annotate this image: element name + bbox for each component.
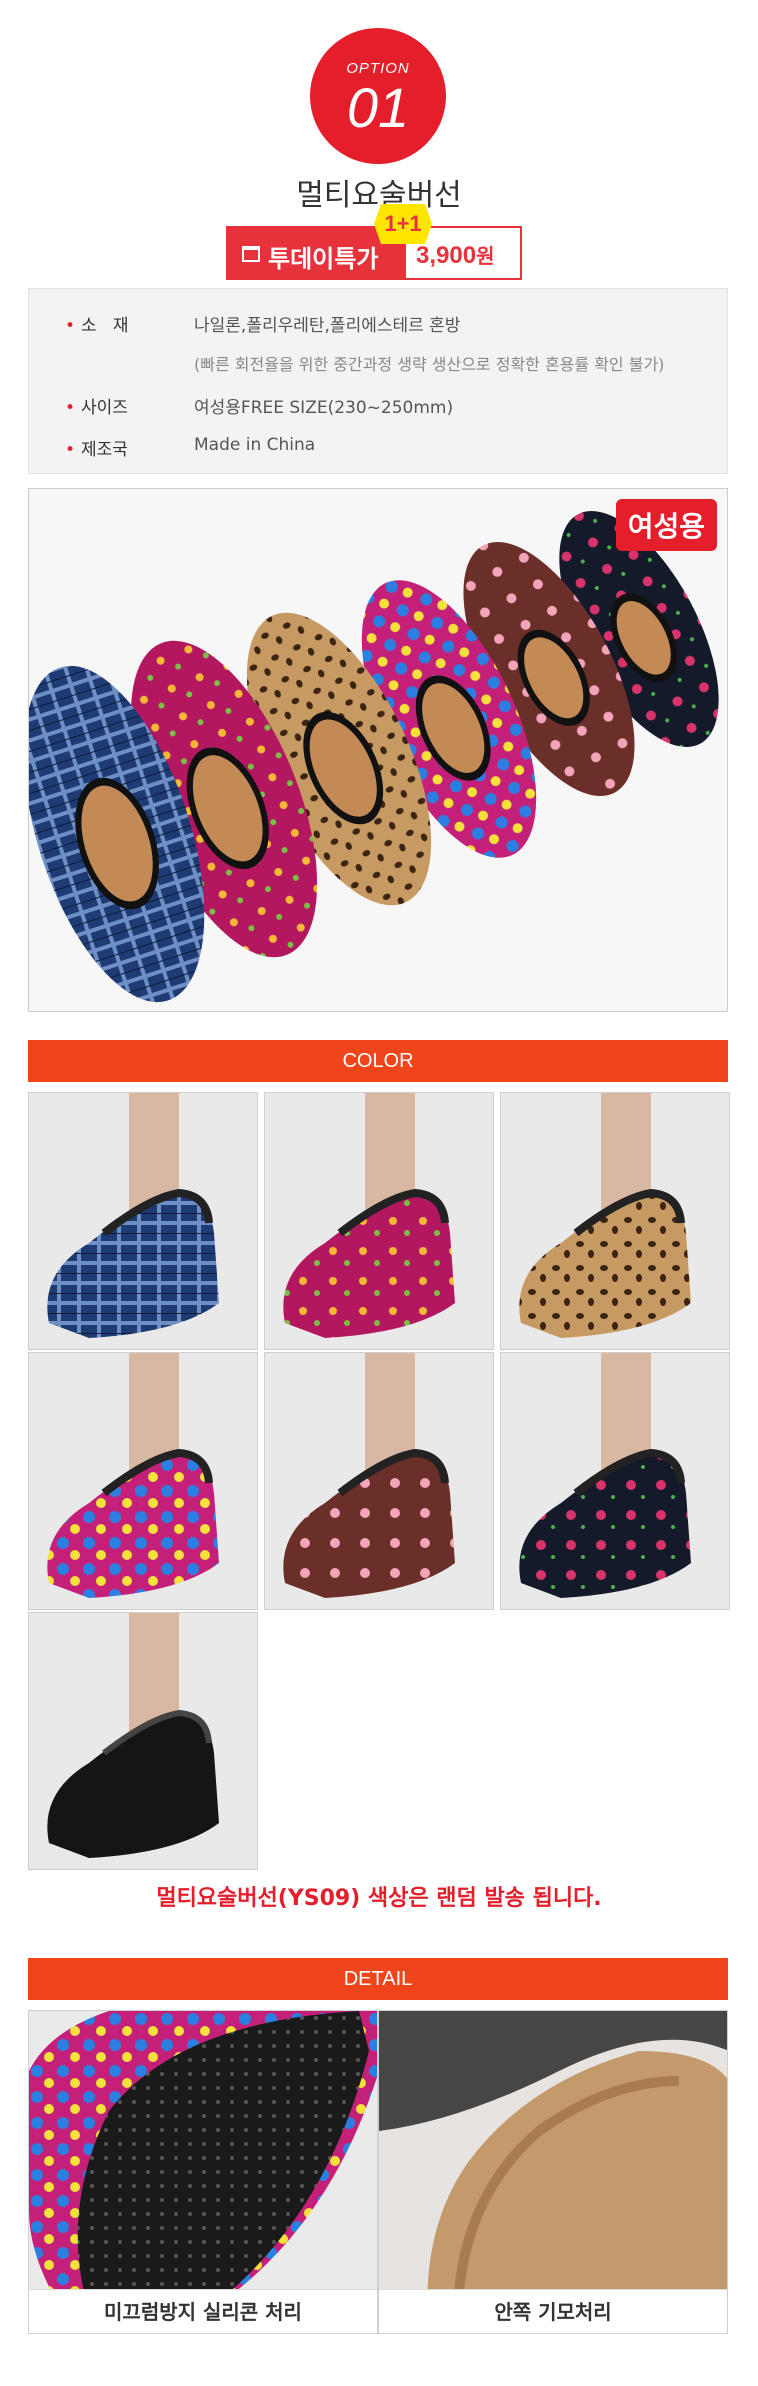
color-random-notice: 멀티요술버선(YS09) 색상은 랜덤 발송 됩니다.: [156, 1886, 602, 1911]
detail-section-bar: DETAIL: [28, 1958, 728, 2000]
detail-anti-slip: 미끄럼방지 실리콘 처리: [28, 2010, 378, 2334]
color-swatch-black-floral: [500, 1352, 730, 1610]
option-label: OPTION: [346, 60, 410, 77]
slipper-foot-icon: [29, 1353, 257, 1609]
material-label: 소 재: [81, 316, 129, 336]
spec-key: • 제조국: [65, 440, 128, 460]
main-product-photo: 여성용: [28, 488, 728, 1012]
today-deal-label: 투데이특가: [268, 245, 379, 273]
origin-value: Made in China: [194, 435, 316, 455]
price-row: 투데이특가 3,900원 1+1: [226, 204, 522, 280]
material-note: (빠른 회전율을 위한 중간과정 생략 생산으로 정확한 혼용률 확인 불가): [194, 355, 665, 374]
color-swatch-brown-floral: [264, 1352, 494, 1610]
price-number: 3,900: [416, 242, 477, 269]
slipper-foot-icon: [265, 1353, 493, 1609]
color-swatch-leopard: [500, 1092, 730, 1350]
slipper-foot-icon: [501, 1353, 729, 1609]
color-swatch-letter-print: [28, 1352, 258, 1610]
spec-table: • 소 재 나일론,폴리우레탄,폴리에스테르 혼방 (빠른 회전율을 위한 중간과…: [28, 288, 728, 474]
sole-dots-illustration: [29, 2011, 377, 2333]
option-badge: OPTION 01: [310, 28, 446, 164]
slipper-foot-icon: [29, 1093, 257, 1349]
material-value: 나일론,폴리우레탄,폴리에스테르 혼방: [194, 316, 461, 336]
bonus-badge: 1+1: [374, 204, 432, 244]
product-title: 멀티요술버선: [296, 178, 462, 213]
option-number: 01: [346, 76, 410, 139]
color-swatch-magenta-floral: [264, 1092, 494, 1350]
slippers-illustration: [29, 489, 727, 1011]
color-swatch-black: [28, 1612, 258, 1870]
spec-key: • 소 재: [65, 316, 129, 336]
size-value: 여성용FREE SIZE(230~250mm): [194, 398, 454, 418]
price-unit: 원: [476, 246, 495, 268]
slipper-foot-icon: [29, 1613, 257, 1869]
women-tag: 여성용: [615, 499, 717, 551]
size-label: 사이즈: [81, 398, 128, 418]
calendar-icon: [242, 246, 260, 262]
price-value: 3,900원: [416, 240, 494, 270]
slipper-foot-icon: [265, 1093, 493, 1349]
color-section-bar: COLOR: [28, 1040, 728, 1082]
origin-label: 제조국: [81, 440, 128, 460]
detail-fleece-lining: 안쪽 기모처리: [378, 2010, 728, 2334]
fleece-illustration: [379, 2011, 727, 2333]
color-swatch-blue-plaid: [28, 1092, 258, 1350]
detail-caption: 미끄럼방지 실리콘 처리: [29, 2289, 377, 2333]
slipper-foot-icon: [501, 1093, 729, 1349]
spec-key: • 사이즈: [65, 398, 128, 418]
detail-caption: 안쪽 기모처리: [379, 2289, 727, 2333]
